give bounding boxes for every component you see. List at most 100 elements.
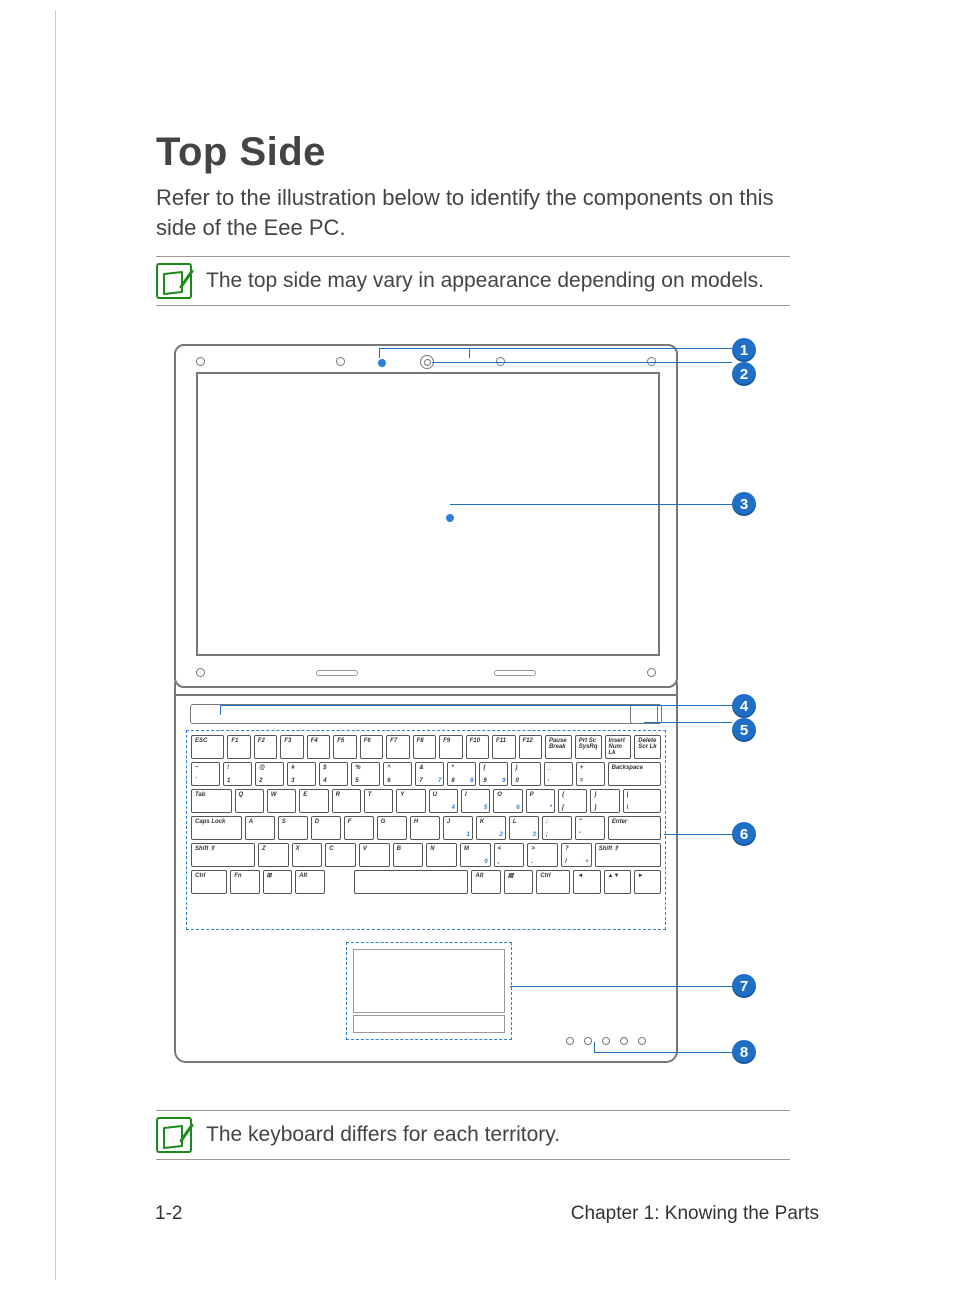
led-icon xyxy=(620,1037,628,1045)
key: E xyxy=(299,789,328,813)
leader-line xyxy=(450,504,732,505)
key: M0 xyxy=(460,843,491,867)
page-number: 1-2 xyxy=(155,1203,182,1225)
lid-hole xyxy=(647,668,656,677)
key: N xyxy=(426,843,457,867)
key: :; xyxy=(542,816,572,840)
leader-line xyxy=(220,705,221,715)
key: ESC xyxy=(191,735,224,759)
display-center-dot xyxy=(446,514,454,522)
touchpad-surface xyxy=(353,949,505,1013)
keyboard: ESCF1F2F3F4F5F6F7F8F9F10F11F12Pause Brea… xyxy=(186,730,666,930)
leader-line xyxy=(644,722,732,723)
led-icon xyxy=(566,1037,574,1045)
callout-6: 6 xyxy=(732,822,756,846)
key: %5 xyxy=(351,762,380,786)
led-icon xyxy=(638,1037,646,1045)
note-icon xyxy=(156,1117,192,1153)
key: F10 xyxy=(466,735,489,759)
callout-7: 7 xyxy=(732,974,756,998)
hinge-slot xyxy=(494,670,536,676)
key: X xyxy=(292,843,323,867)
key: ▲▼ xyxy=(604,870,631,894)
key: B xyxy=(393,843,424,867)
key: ⊞ xyxy=(263,870,292,894)
key: $4 xyxy=(319,762,348,786)
display-panel xyxy=(196,372,660,656)
key: Backspace xyxy=(608,762,661,786)
key: Z xyxy=(258,843,289,867)
key xyxy=(328,870,351,894)
key: F5 xyxy=(333,735,356,759)
note-box-1: The top side may vary in appearance depe… xyxy=(156,256,790,306)
leader-line xyxy=(594,1052,732,1053)
key: {[ xyxy=(558,789,587,813)
key: H xyxy=(410,816,440,840)
laptop-base: ESCF1F2F3F4F5F6F7F8F9F10F11F12Pause Brea… xyxy=(174,694,678,1063)
callout-1: 1 xyxy=(732,338,756,362)
key: Enter xyxy=(608,816,661,840)
leader-line xyxy=(220,705,732,706)
key: Q xyxy=(235,789,264,813)
key: O6 xyxy=(493,789,522,813)
leader-line xyxy=(379,348,732,349)
key: Delete Scr Lk xyxy=(634,735,661,759)
callout-4: 4 xyxy=(732,694,756,718)
key: F6 xyxy=(360,735,383,759)
key: Shift ⇧ xyxy=(595,843,661,867)
note-icon xyxy=(156,263,192,299)
key: @2 xyxy=(255,762,284,786)
hinge-slot xyxy=(316,670,358,676)
key: R xyxy=(332,789,361,813)
lid-hole-left xyxy=(196,357,205,366)
key: ^6 xyxy=(383,762,412,786)
note-text-2: The keyboard differs for each territory. xyxy=(206,1123,560,1147)
key: C xyxy=(325,843,356,867)
key: ► xyxy=(634,870,661,894)
key: <, xyxy=(494,843,525,867)
callout-5: 5 xyxy=(732,718,756,742)
lid-hole xyxy=(336,357,345,366)
key: V xyxy=(359,843,390,867)
key: Alt xyxy=(295,870,324,894)
page-title: Top Side xyxy=(156,130,790,175)
key: F1 xyxy=(227,735,250,759)
key: )0 xyxy=(511,762,540,786)
key: ~` xyxy=(191,762,220,786)
key: += xyxy=(576,762,605,786)
key: F11 xyxy=(492,735,515,759)
key: Alt xyxy=(471,870,500,894)
leader-line xyxy=(469,348,470,358)
key: L3 xyxy=(509,816,539,840)
speaker-bar xyxy=(190,704,662,724)
leader-line xyxy=(510,986,732,987)
leader-line xyxy=(594,1042,595,1052)
touchpad-buttons xyxy=(353,1015,505,1033)
leader-line xyxy=(432,362,732,363)
callout-8: 8 xyxy=(732,1040,756,1064)
touchpad xyxy=(346,942,512,1040)
key: T xyxy=(364,789,393,813)
key: !1 xyxy=(223,762,252,786)
key: F3 xyxy=(280,735,303,759)
led-icon xyxy=(602,1037,610,1045)
mic-indicator xyxy=(378,359,386,367)
key: S xyxy=(278,816,308,840)
key: W xyxy=(267,789,296,813)
page-footer: 1-2 Chapter 1: Knowing the Parts xyxy=(155,1203,819,1225)
laptop-lid xyxy=(174,344,678,688)
chapter-name: Chapter 1: Knowing the Parts xyxy=(571,1203,819,1225)
leader-line xyxy=(664,834,732,835)
key: Tab xyxy=(191,789,232,813)
laptop-illustration: ESCF1F2F3F4F5F6F7F8F9F10F11F12Pause Brea… xyxy=(164,334,774,1074)
key: Y xyxy=(396,789,425,813)
key: >. xyxy=(527,843,558,867)
callout-3: 3 xyxy=(732,492,756,516)
key: (99 xyxy=(479,762,508,786)
power-button xyxy=(630,704,658,724)
key: D xyxy=(311,816,341,840)
key: U4 xyxy=(429,789,458,813)
key: Prt Sc SysRq xyxy=(575,735,602,759)
key: }] xyxy=(590,789,619,813)
note-box-2: The keyboard differs for each territory. xyxy=(156,1110,790,1160)
